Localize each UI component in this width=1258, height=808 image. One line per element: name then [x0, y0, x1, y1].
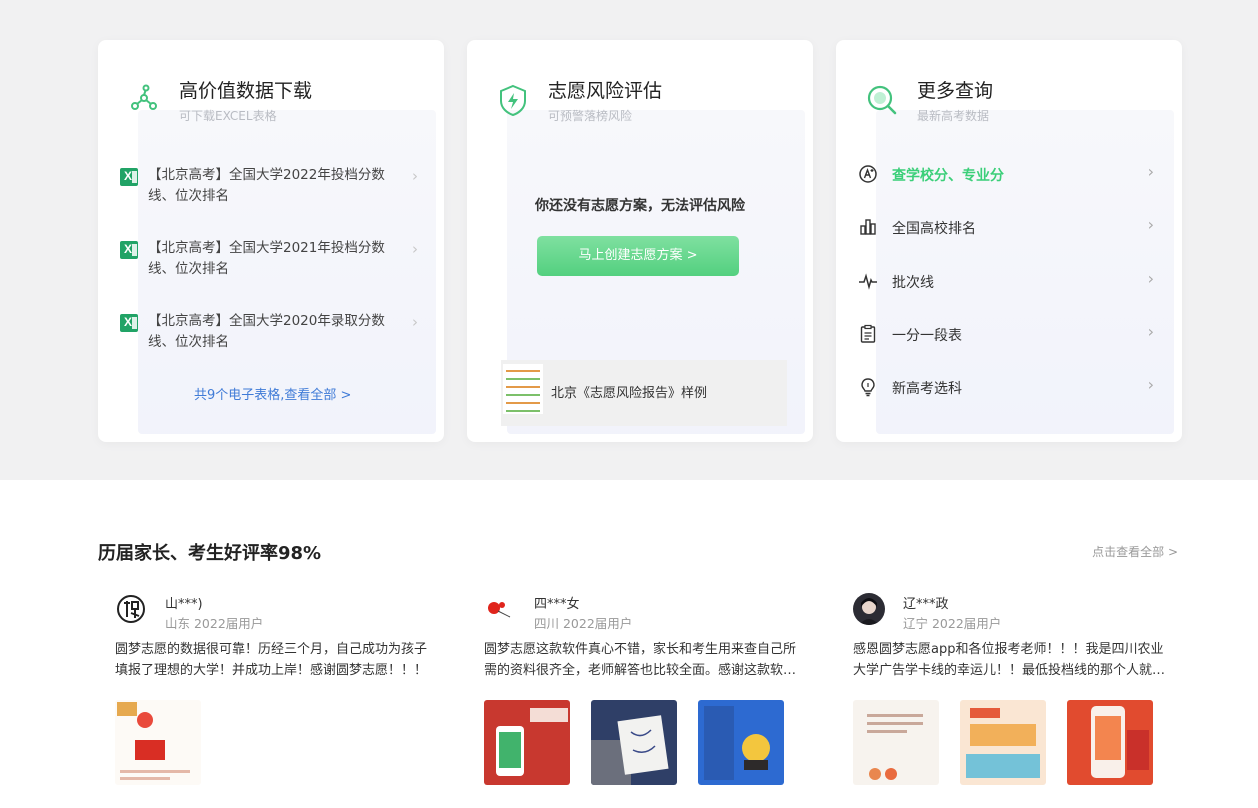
reviewer-meta: 山东 2022届用户: [165, 616, 264, 631]
avatar: [484, 593, 516, 625]
menu-item-label: 批次线: [892, 275, 934, 291]
review-text: 感恩圆梦志愿app和各位报考老师！！！我是四川农业大学广告学卡线的幸运儿！！最低…: [853, 642, 1166, 678]
review-photo[interactable]: [115, 700, 201, 785]
download-card: 高价值数据下载 可下载EXCEL表格 【北京高考】全国大学2022年投档分数线、…: [98, 40, 444, 442]
score-icon: [859, 165, 877, 183]
review-photo[interactable]: [484, 700, 570, 785]
chevron-right-icon: ›: [1147, 215, 1154, 234]
review-photo[interactable]: [960, 700, 1046, 785]
clipboard-icon: [860, 324, 876, 343]
card-subtitle: 可下载EXCEL表格: [179, 109, 277, 123]
excel-icon: [120, 314, 138, 332]
bar-chart-icon: [860, 219, 876, 235]
chevron-right-icon: ›: [412, 313, 418, 331]
review-text: 圆梦志愿这款软件真心不错，家长和考生用来查自己所需的资料很齐全，老师解答也比较全…: [484, 642, 797, 678]
menu-item-score-table[interactable]: 一分一段表 ›: [856, 319, 1156, 349]
bulb-icon: [861, 378, 875, 397]
review-photo[interactable]: [853, 700, 939, 785]
report-label: 北京《志愿风险报告》样例: [551, 386, 708, 401]
create-plan-button[interactable]: 马上创建志愿方案 >: [537, 236, 739, 276]
avatar: [115, 593, 147, 625]
card-title: 志愿风险评估: [548, 80, 663, 102]
download-item[interactable]: 【北京高考】全国大学2020年录取分数线、位次排名 ›: [118, 311, 418, 361]
download-item[interactable]: 【北京高考】全国大学2021年投档分数线、位次排名 ›: [118, 238, 418, 288]
chevron-right-icon: ›: [1147, 375, 1154, 394]
menu-item-score[interactable]: 查学校分、专业分 ›: [856, 159, 1156, 189]
card-subtitle: 最新高考数据: [917, 109, 990, 123]
reviewer-meta: 辽宁 2022届用户: [903, 616, 1002, 631]
chevron-right-icon: ›: [412, 240, 418, 258]
reviewer-name: 四***女: [534, 597, 580, 612]
download-item-label: 【北京高考】全国大学2021年投档分数线、位次排名: [148, 240, 385, 277]
chevron-right-icon: ›: [412, 167, 418, 185]
reviewer-name: 辽***政: [903, 597, 949, 612]
see-all-link[interactable]: 共9个电子表格,查看全部 >: [194, 384, 351, 403]
pulse-icon: [859, 273, 877, 290]
view-all-reviews-link[interactable]: 点击查看全部 >: [1092, 543, 1178, 560]
review-photo[interactable]: [1067, 700, 1153, 785]
card-title: 高价值数据下载: [179, 80, 313, 102]
menu-item-label: 一分一段表: [892, 328, 962, 344]
card-header: 高价值数据下载 可下载EXCEL表格: [126, 72, 424, 132]
chevron-right-icon: ›: [1147, 162, 1154, 181]
menu-item-label: 查学校分、专业分: [892, 168, 1004, 184]
review-card: 辽***政 辽宁 2022届用户 感恩圆梦志愿app和各位报考老师！！！我是四川…: [853, 588, 1173, 798]
risk-card: 志愿风险评估 可预警落榜风险 你还没有志愿方案，无法评估风险 马上创建志愿方案 …: [467, 40, 813, 442]
network-icon: [131, 84, 157, 110]
menu-item-batch-line[interactable]: 批次线 ›: [856, 266, 1156, 296]
download-item-label: 【北京高考】全国大学2022年投档分数线、位次排名: [148, 167, 385, 204]
avatar: [853, 593, 885, 625]
reviewer-meta: 四川 2022届用户: [534, 616, 633, 631]
card-header: 志愿风险评估 可预警落榜风险: [495, 72, 793, 132]
download-item-label: 【北京高考】全国大学2020年录取分数线、位次排名: [148, 313, 385, 350]
review-photo[interactable]: [698, 700, 784, 785]
excel-icon: [120, 241, 138, 259]
menu-item-subject-choice[interactable]: 新高考选科 ›: [856, 372, 1156, 402]
review-photo[interactable]: [591, 700, 677, 785]
chevron-right-icon: ›: [1147, 322, 1154, 341]
sample-report[interactable]: 北京《志愿风险报告》样例: [501, 360, 787, 426]
reviews-title: 历届家长、考生好评率98%: [98, 543, 322, 564]
shield-bolt-icon: [500, 84, 526, 117]
download-item[interactable]: 【北京高考】全国大学2022年投档分数线、位次排名 ›: [118, 165, 418, 215]
review-text: 圆梦志愿的数据很可靠！历经三个月，自己成功为孩子填报了理想的大学！并成功上岸！感…: [115, 642, 428, 678]
review-card: 山***) 山东 2022届用户 圆梦志愿的数据很可靠！历经三个月，自己成功为孩…: [115, 588, 435, 798]
search-icon: [867, 85, 897, 115]
card-subtitle: 可预警落榜风险: [548, 109, 633, 123]
more-query-card: 更多查询 最新高考数据 查学校分、专业分 › 全国高校排名 › 批次线 › 一分…: [836, 40, 1182, 442]
review-card: 四***女 四川 2022届用户 圆梦志愿这款软件真心不错，家长和考生用来查自己…: [484, 588, 804, 798]
report-thumbnail: [503, 364, 543, 414]
chevron-right-icon: ›: [1147, 269, 1154, 288]
card-title: 更多查询: [917, 80, 994, 102]
excel-icon: [120, 168, 138, 186]
reviewer-name: 山***): [165, 597, 203, 612]
card-header: 更多查询 最新高考数据: [864, 72, 1162, 132]
empty-state-message: 你还没有志愿方案，无法评估风险: [535, 198, 745, 214]
menu-item-label: 全国高校排名: [892, 221, 976, 237]
menu-item-label: 新高考选科: [892, 381, 962, 397]
menu-item-ranking[interactable]: 全国高校排名 ›: [856, 212, 1156, 242]
